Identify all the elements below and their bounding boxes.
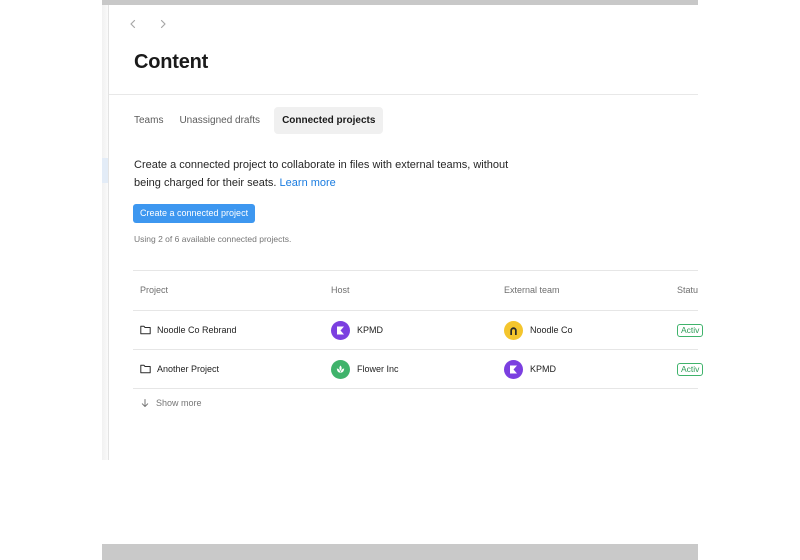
tab-connected-projects[interactable]: Connected projects [274,107,384,134]
table-row[interactable]: Another Project Flower Inc KPMD Activ [133,350,704,388]
project-cell: Another Project [140,350,219,388]
column-header-project: Project [140,285,169,295]
usage-note: Using 2 of 6 available connected project… [134,234,292,244]
noodle-co-logo-icon [504,320,523,340]
show-more-label: Show more [156,398,202,408]
column-header-host: Host [331,285,350,295]
host-name: Flower Inc [357,364,399,374]
header-divider [109,94,698,95]
folder-icon [140,325,151,335]
table-header: Project Host External team Statu [133,271,698,310]
learn-more-link[interactable]: Learn more [280,177,336,189]
external-team-name: KPMD [530,364,557,374]
tab-bar: Teams Unassigned drafts Connected projec… [126,107,384,134]
intro-description: Create a connected project to collaborat… [134,156,534,192]
external-team-name: Noodle Co [530,325,573,335]
host-cell: KPMD [331,311,383,349]
column-header-external-team: External team [504,285,560,295]
host-name: KPMD [357,325,384,335]
intro-text-line2: being charged for their seats. [134,177,277,189]
kpmd-logo-icon [504,359,523,379]
project-cell: Noodle Co Rebrand [140,311,237,349]
project-name: Noodle Co Rebrand [157,325,237,335]
project-name: Another Project [157,364,220,374]
window-bottom-edge [102,544,698,560]
folder-icon [140,364,151,374]
intro-text-line1: Create a connected project to collaborat… [134,159,509,171]
show-more-button[interactable]: Show more [140,398,202,408]
status-cell: Activ [677,311,704,349]
row-divider [133,388,698,389]
flower-inc-logo-icon [331,359,350,379]
external-team-cell: Noodle Co [504,311,573,349]
status-badge: Activ [677,323,704,337]
connected-projects-table: Project Host External team Statu Noodle … [133,270,704,389]
tab-unassigned-drafts[interactable]: Unassigned drafts [171,107,268,134]
create-connected-project-button[interactable]: Create a connected project [133,204,256,223]
chevron-right-icon[interactable] [155,16,171,32]
column-header-status: Statu [677,285,699,295]
history-navigation [125,16,171,32]
status-badge: Activ [677,362,704,376]
page-title: Content [134,51,209,73]
status-cell: Activ [677,350,704,388]
external-team-cell: KPMD [504,350,556,388]
arrow-down-icon [141,399,149,407]
table-row[interactable]: Noodle Co Rebrand KPMD Noodle Co Activ [133,311,704,349]
panel-divider [108,5,109,460]
chevron-left-icon[interactable] [125,16,141,32]
host-cell: Flower Inc [331,350,399,388]
kpmd-logo-icon [331,320,350,340]
tab-teams[interactable]: Teams [126,107,171,134]
